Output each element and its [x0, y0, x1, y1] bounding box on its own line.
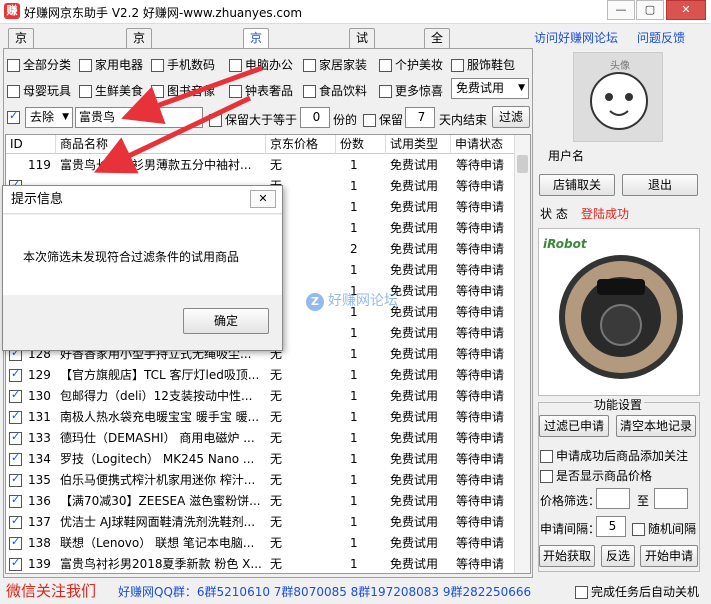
interval-label: 申请间隔：: [540, 522, 601, 536]
dialog-message: 本次筛选未发现符合过滤条件的试用商品: [23, 250, 240, 264]
arrow-to-row: [93, 95, 252, 174]
username-label: 用户名: [548, 149, 585, 163]
random-interval-option[interactable]: 随机间隔: [632, 520, 696, 537]
wechat-link[interactable]: 微信关注我们: [6, 580, 96, 601]
dialog-title-text: 提示信息: [11, 192, 64, 207]
option-label: 随机间隔: [648, 522, 697, 536]
arrow-to-keyword: [121, 65, 263, 125]
start-fetch-button[interactable]: 开始获取: [539, 545, 595, 567]
logout-button[interactable]: 退出: [622, 174, 698, 196]
interval-input[interactable]: 5: [596, 516, 626, 537]
dialog-body: 本次筛选未发现符合过滤条件的试用商品: [3, 215, 282, 295]
filter-applied-button[interactable]: 过滤已申请: [539, 415, 609, 437]
price-to-label: 至: [637, 494, 650, 508]
watermark-text: 好赚网论坛: [328, 293, 398, 309]
checkbox[interactable]: [540, 450, 553, 463]
product-image: iRobot: [538, 228, 700, 396]
invert-selection-button[interactable]: 反选: [601, 545, 635, 567]
watermark-icon: Z: [306, 293, 324, 311]
checkbox[interactable]: [632, 523, 645, 536]
option-label: 是否显示商品价格: [556, 469, 653, 483]
show-price-option[interactable]: 是否显示商品价格: [540, 467, 652, 484]
checkbox[interactable]: [575, 586, 588, 599]
dialog-title: 提示信息: [3, 186, 282, 214]
brand-label: iRobot: [543, 237, 587, 251]
status-value: 登陆成功: [581, 207, 630, 221]
bottom-bar: 微信关注我们 好赚网QQ群：6群5210610 7群8070085 8群1972…: [0, 578, 711, 604]
clear-local-button[interactable]: 清空本地记录: [616, 415, 696, 437]
price-max-input[interactable]: [654, 488, 688, 509]
robot-vacuum-icon: [559, 255, 683, 379]
dialog-ok-button[interactable]: 确定: [183, 308, 269, 334]
price-min-input[interactable]: [596, 488, 630, 509]
qq-groups: 好赚网QQ群：6群5210610 7群8070085 8群197208083 9…: [118, 585, 532, 599]
shop-unfollow-button[interactable]: 店铺取关: [539, 174, 615, 196]
checkbox[interactable]: [540, 470, 553, 483]
option-label: 申请成功后商品添加关注: [556, 449, 689, 463]
watermark: Z 好赚网论坛: [306, 290, 398, 311]
function-settings-title: 功能设置: [592, 396, 645, 413]
start-apply-button[interactable]: 开始申请: [640, 545, 698, 567]
info-dialog: 提示信息 ✕ 本次筛选未发现符合过滤条件的试用商品 确定: [2, 185, 283, 351]
avatar: 头像: [573, 52, 663, 142]
status-label: 状 态: [540, 207, 568, 221]
avatar-text: 头像: [610, 61, 630, 72]
follow-after-apply-option[interactable]: 申请成功后商品添加关注: [540, 447, 688, 464]
auto-shutdown-option[interactable]: 完成任务后自动关机: [575, 583, 699, 600]
dialog-close-button[interactable]: ✕: [250, 190, 276, 208]
option-label: 完成任务后自动关机: [591, 585, 700, 599]
price-filter-label: 价格筛选：: [540, 494, 601, 508]
